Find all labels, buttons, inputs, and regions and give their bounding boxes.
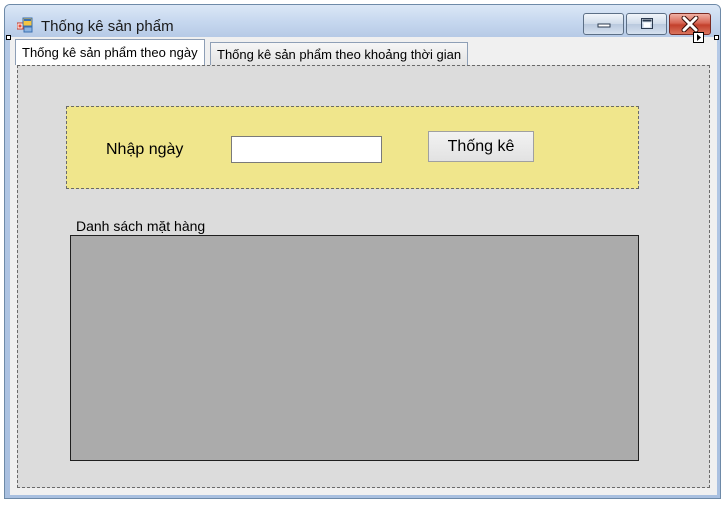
tab-statistics-by-date[interactable]: Thống kê sản phẩm theo ngày bbox=[15, 39, 205, 65]
product-list-label: Danh sách mặt hàng bbox=[76, 218, 206, 234]
arrow-right-icon bbox=[697, 34, 701, 41]
app-form-icon bbox=[17, 17, 33, 33]
statistics-button[interactable]: Thống kê bbox=[428, 131, 534, 162]
minimize-button[interactable] bbox=[583, 13, 624, 35]
maximize-button[interactable] bbox=[626, 13, 667, 35]
resize-handle-right[interactable] bbox=[714, 35, 719, 40]
date-label: Nhập ngày bbox=[106, 141, 184, 158]
date-input[interactable] bbox=[231, 136, 382, 163]
tab-statistics-by-period[interactable]: Thống kê sản phẩm theo khoảng thời gian bbox=[210, 42, 469, 65]
close-icon bbox=[681, 16, 699, 32]
smart-tag-glyph[interactable] bbox=[693, 32, 704, 43]
close-button[interactable] bbox=[669, 13, 711, 35]
window-title: Thống kê sản phẩm bbox=[41, 18, 174, 35]
title-bar[interactable]: Thống kê sản phẩm bbox=[5, 5, 720, 37]
product-data-grid[interactable] bbox=[70, 235, 639, 461]
maximize-icon bbox=[640, 18, 653, 29]
minimize-icon bbox=[597, 23, 610, 28]
tab-label: Thống kê sản phẩm theo ngày bbox=[22, 45, 198, 60]
resize-handle-left[interactable] bbox=[6, 35, 11, 40]
tab-label: Thống kê sản phẩm theo khoảng thời gian bbox=[217, 46, 462, 62]
